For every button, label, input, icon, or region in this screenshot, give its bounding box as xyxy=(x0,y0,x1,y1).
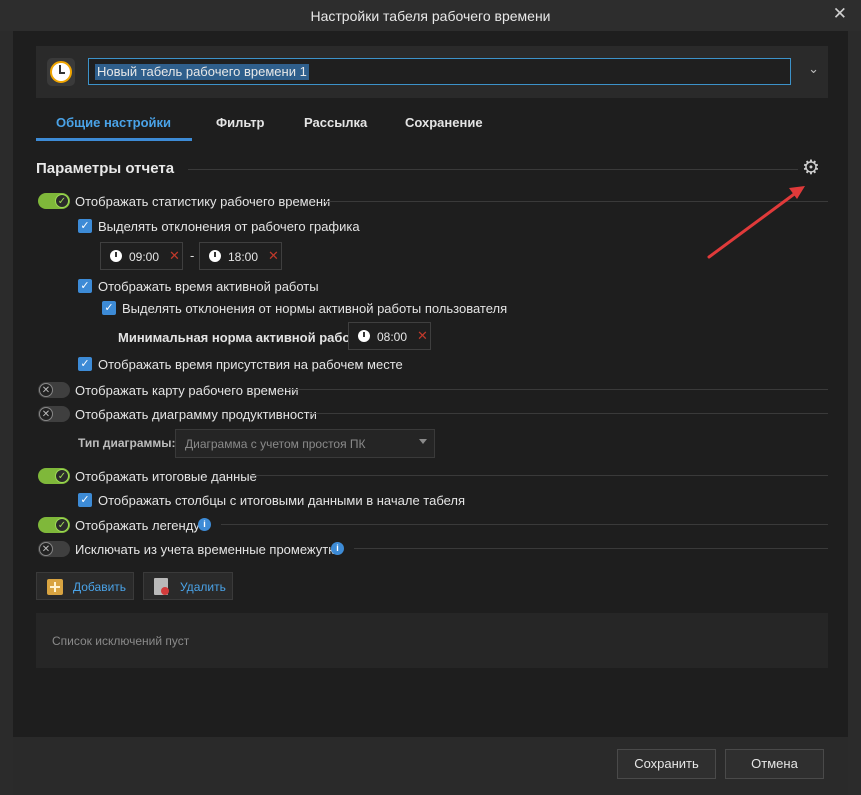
time-separator: - xyxy=(190,248,195,263)
add-button-label: Добавить xyxy=(73,580,127,594)
show-totals-label: Отображать итоговые данные xyxy=(75,469,257,484)
tab-filter[interactable]: Фильтр xyxy=(216,115,265,130)
clear-icon[interactable]: ✕ xyxy=(417,328,428,344)
exclude-intervals-label: Исключать из учета временные промежутки xyxy=(75,542,342,557)
delete-button-label: Удалить xyxy=(180,580,226,594)
window-title: Настройки табеля рабочего времени xyxy=(310,8,551,24)
report-name-input[interactable]: Новый табель рабочего времени 1 xyxy=(88,58,791,85)
min-active-label: Минимальная норма активной работы: xyxy=(118,330,372,345)
checkbox-highlight-deviations[interactable]: ✓ xyxy=(78,219,92,233)
time-to-field[interactable]: 18:00 ✕ xyxy=(199,242,282,270)
row-divider xyxy=(221,524,828,525)
row-divider xyxy=(354,548,828,549)
checkbox-show-active[interactable]: ✓ xyxy=(78,279,92,293)
toggle-show-legend[interactable]: ✓ xyxy=(38,517,70,533)
report-header: Новый табель рабочего времени 1 ⌄ xyxy=(36,46,828,98)
dropdown-caret-icon xyxy=(419,439,427,444)
row-divider xyxy=(307,413,828,414)
chevron-down-icon[interactable]: ⌄ xyxy=(808,61,819,77)
row-divider xyxy=(287,389,828,390)
row-divider xyxy=(251,475,828,476)
plus-icon xyxy=(47,579,63,595)
checkbox-highlight-active-dev[interactable]: ✓ xyxy=(102,301,116,315)
min-active-value: 08:00 xyxy=(377,330,408,344)
show-diagram-label: Отображать диаграмму продуктивности xyxy=(75,407,317,422)
highlight-active-dev-label: Выделять отклонения от нормы активной ра… xyxy=(122,301,508,316)
section-title: Параметры отчета xyxy=(36,160,175,177)
toggle-show-diagram[interactable]: ✕ xyxy=(38,406,70,422)
clock-icon xyxy=(209,250,221,262)
trash-icon xyxy=(154,578,169,595)
diagram-type-select[interactable]: Диаграмма с учетом простоя ПК xyxy=(175,429,435,458)
toggle-show-stats[interactable]: ✓ xyxy=(38,193,70,209)
diagram-type-value: Диаграмма с учетом простоя ПК xyxy=(185,437,366,451)
clock-icon xyxy=(110,250,122,262)
checkbox-totals-first[interactable]: ✓ xyxy=(78,493,92,507)
show-map-label: Отображать карту рабочего времени xyxy=(75,383,299,398)
toggle-show-map[interactable]: ✕ xyxy=(38,382,70,398)
info-icon[interactable]: i xyxy=(331,542,344,555)
dialog-footer: Сохранить Отмена xyxy=(13,737,848,795)
diagram-type-label: Тип диаграммы: xyxy=(78,436,176,450)
report-name-value: Новый табель рабочего времени 1 xyxy=(95,64,309,80)
min-active-field[interactable]: 08:00 ✕ xyxy=(348,322,431,350)
show-legend-label: Отображать легенду xyxy=(75,518,200,533)
time-to-value: 18:00 xyxy=(228,250,259,264)
checkbox-show-presence[interactable]: ✓ xyxy=(78,357,92,371)
report-clock-icon xyxy=(47,58,75,86)
highlight-deviations-label: Выделять отклонения от рабочего графика xyxy=(98,219,360,234)
clear-icon[interactable]: ✕ xyxy=(169,248,180,264)
delete-button[interactable]: Удалить xyxy=(143,572,233,600)
row-divider xyxy=(323,201,828,202)
active-tab-indicator xyxy=(36,138,192,141)
info-icon[interactable]: i xyxy=(198,518,211,531)
section-divider xyxy=(188,169,798,170)
save-button[interactable]: Сохранить xyxy=(617,749,716,779)
close-icon[interactable]: ✕ xyxy=(833,4,847,24)
tab-general[interactable]: Общие настройки xyxy=(56,115,171,130)
tab-saving[interactable]: Сохранение xyxy=(405,115,483,130)
gear-icon[interactable]: ⚙ xyxy=(800,157,822,179)
cancel-button[interactable]: Отмена xyxy=(725,749,824,779)
clear-icon[interactable]: ✕ xyxy=(268,248,279,264)
exclusions-list: Список исключений пуст xyxy=(36,613,828,668)
toggle-exclude-intervals[interactable]: ✕ xyxy=(38,541,70,557)
show-presence-label: Отображать время присутствия на рабочем … xyxy=(98,357,403,372)
show-stats-label: Отображать статистику рабочего времени xyxy=(75,194,331,209)
exclusions-empty-text: Список исключений пуст xyxy=(52,634,190,648)
time-from-value: 09:00 xyxy=(129,250,160,264)
totals-first-label: Отображать столбцы с итоговыми данными в… xyxy=(98,493,466,508)
clock-icon xyxy=(358,330,370,342)
tab-mailing[interactable]: Рассылка xyxy=(304,115,367,130)
settings-panel: Новый табель рабочего времени 1 ⌄ Общие … xyxy=(13,31,848,737)
add-button[interactable]: Добавить xyxy=(36,572,134,600)
title-bar: Настройки табеля рабочего времени ✕ xyxy=(0,0,861,31)
toggle-show-totals[interactable]: ✓ xyxy=(38,468,70,484)
time-from-field[interactable]: 09:00 ✕ xyxy=(100,242,183,270)
show-active-label: Отображать время активной работы xyxy=(98,279,319,294)
